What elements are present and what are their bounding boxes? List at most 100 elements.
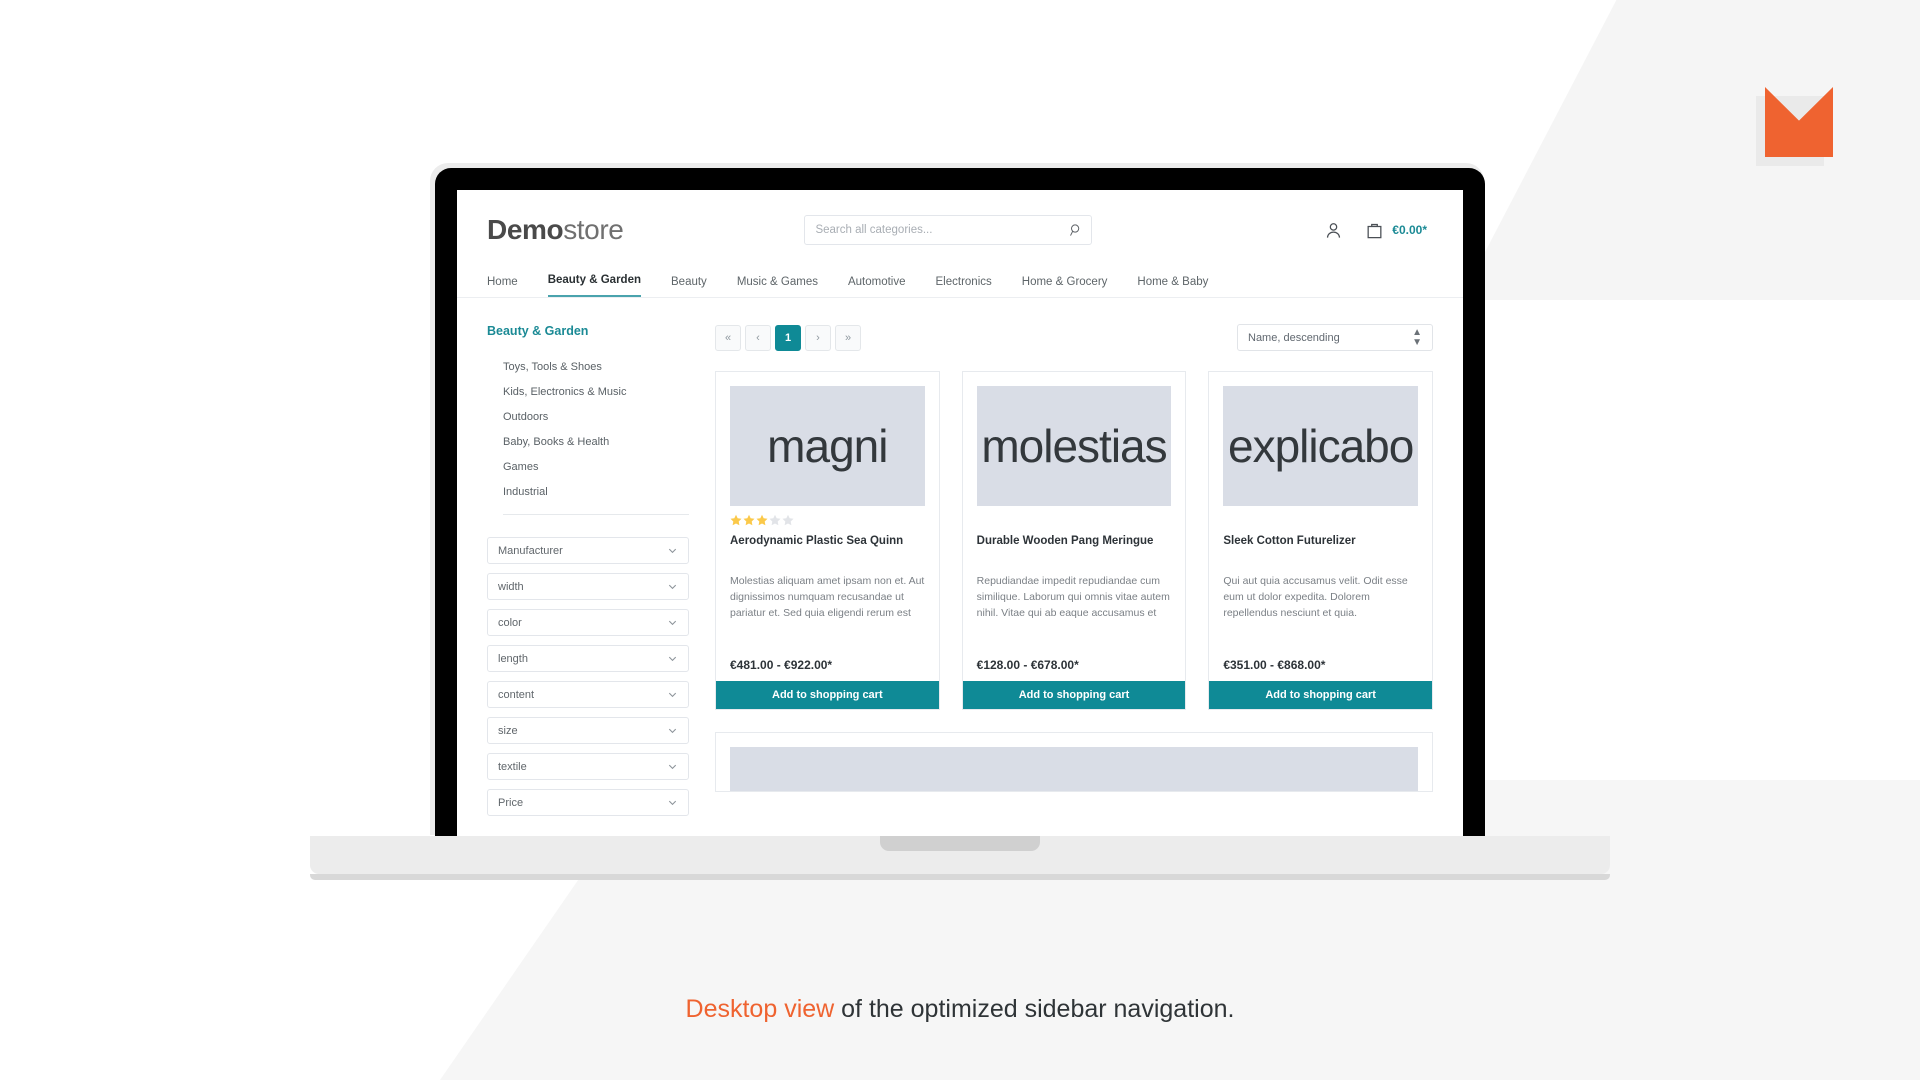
nav-item-electronics[interactable]: Electronics: [936, 276, 992, 297]
filter-select-manufacturer[interactable]: Manufacturer: [487, 537, 689, 564]
star-icon: [743, 514, 755, 526]
sidebar-category-list: Toys, Tools & Shoes Kids, Electronics & M…: [487, 354, 689, 504]
nav-item-beauty[interactable]: Beauty: [671, 276, 707, 297]
sidebar-category-title[interactable]: Beauty & Garden: [487, 324, 689, 338]
product-description: Repudiandae impedit repudiandae cum simi…: [976, 575, 1170, 619]
figure-caption: Desktop view of the optimized sidebar na…: [0, 995, 1920, 1024]
sidebar-category-item[interactable]: Kids, Electronics & Music: [503, 379, 689, 404]
add-to-cart-button[interactable]: Add to shopping cart: [716, 681, 939, 709]
pagination-page-1[interactable]: 1: [775, 324, 801, 351]
sidebar-category-item[interactable]: Toys, Tools & Shoes: [503, 354, 689, 379]
caption-rest: of the optimized sidebar navigation.: [834, 995, 1235, 1023]
filter-label: length: [498, 652, 528, 665]
product-image-placeholder: [730, 747, 1418, 791]
pagination-first[interactable]: «: [715, 324, 741, 351]
star-icon: [769, 514, 781, 526]
product-rating: [1223, 514, 1418, 528]
sort-select[interactable]: Name, descending ▲ ▼: [1237, 324, 1433, 351]
star-icon: [782, 514, 794, 526]
pagination: «‹ 1 ›»: [715, 324, 861, 351]
chevron-down-icon: [668, 584, 677, 590]
product-card[interactable]: magni Aerodynamic Plastic Sea Quinn Molest…: [715, 371, 940, 710]
browser-viewport: Demostore Search all categories... €0.00…: [457, 190, 1463, 836]
product-card-partial[interactable]: [715, 732, 1433, 792]
product-image[interactable]: magni: [730, 386, 925, 506]
product-grid: magni Aerodynamic Plastic Sea Quinn Molest…: [715, 371, 1433, 710]
product-title[interactable]: Durable Wooden Pang Meringue: [977, 534, 1172, 566]
filter-select-length[interactable]: length: [487, 645, 689, 672]
product-price: €481.00 - €922.00*: [730, 658, 833, 672]
bag-icon[interactable]: [1365, 221, 1384, 240]
laptop-trackpad-notch: [880, 836, 1040, 851]
search-box: [804, 215, 1093, 245]
search-input[interactable]: [804, 215, 1093, 245]
pagination-next[interactable]: ›: [805, 324, 831, 351]
product-rating: [977, 514, 1172, 528]
product-price: €351.00 - €868.00*: [1223, 658, 1326, 672]
chevron-down-icon: [668, 548, 677, 554]
pagination-last[interactable]: »: [835, 324, 861, 351]
filter-label: size: [498, 724, 518, 737]
product-image[interactable]: molestias: [976, 386, 1172, 506]
header-actions: €0.00*: [1324, 221, 1433, 240]
sidebar-category-item[interactable]: Industrial: [503, 479, 689, 504]
shop-logo-bold: Demo: [487, 214, 564, 245]
sidebar-category-item[interactable]: Baby, Books & Health: [503, 429, 689, 454]
product-image[interactable]: explicabo: [1223, 386, 1418, 506]
search-icon[interactable]: [1069, 223, 1083, 237]
nav-item-home-grocery[interactable]: Home & Grocery: [1022, 276, 1108, 297]
shop-body: Beauty & Garden Toys, Tools & Shoes Kids,…: [457, 298, 1463, 825]
laptop-mockup: Demostore Search all categories... €0.00…: [310, 168, 1610, 880]
add-to-cart-button[interactable]: Add to shopping cart: [962, 681, 1186, 709]
sidebar-category-item[interactable]: Outdoors: [503, 404, 689, 429]
cart-widget[interactable]: €0.00*: [1365, 221, 1427, 240]
cart-amount: €0.00*: [1392, 223, 1427, 237]
product-title[interactable]: Aerodynamic Plastic Sea Quinn: [730, 534, 925, 566]
chevron-down-icon: [668, 692, 677, 698]
product-rating: [730, 514, 925, 528]
product-price: €128.00 - €678.00*: [976, 658, 1079, 672]
filter-label: content: [498, 688, 535, 701]
product-card[interactable]: molestias Durable Wooden Pang Meringue Rep…: [961, 371, 1187, 710]
filter-label: width: [498, 580, 524, 593]
pagination-prev[interactable]: ‹: [745, 324, 771, 351]
nav-item-music-games[interactable]: Music & Games: [737, 276, 818, 297]
filter-select-width[interactable]: width: [487, 573, 689, 600]
user-icon[interactable]: [1324, 221, 1343, 240]
chevron-down-icon: [668, 800, 677, 806]
filter-select-content[interactable]: content: [487, 681, 689, 708]
filter-select-color[interactable]: color: [487, 609, 689, 636]
filter-label: Manufacturer: [498, 544, 563, 557]
sidebar-divider: [503, 514, 689, 515]
product-card[interactable]: explicabo Sleek Cotton Futurelizer Qui aut…: [1208, 371, 1433, 710]
add-to-cart-button[interactable]: Add to shopping cart: [1209, 681, 1432, 709]
star-icon: [730, 514, 742, 526]
product-listing: «‹ 1 ›» Name, descending ▲ ▼ magni Aerodynam…: [715, 324, 1433, 825]
filter-label: color: [498, 616, 522, 629]
shopware-m-logo: [1756, 87, 1833, 166]
nav-item-home-baby[interactable]: Home & Baby: [1137, 276, 1208, 297]
product-description: Qui aut quia accusamus velit. Odit esse …: [1223, 575, 1408, 619]
product-description: Molestias aliquam amet ipsam non et. Aut…: [730, 575, 925, 619]
filter-select-textile[interactable]: textile: [487, 753, 689, 780]
laptop-screen-frame: Demostore Search all categories... €0.00…: [435, 168, 1485, 836]
listing-toolbar: «‹ 1 ›» Name, descending ▲ ▼: [715, 324, 1433, 351]
nav-item-beauty-garden[interactable]: Beauty & Garden: [547, 274, 641, 297]
laptop-base: [310, 836, 1610, 880]
shop-logo[interactable]: Demostore: [487, 214, 624, 246]
product-title[interactable]: Sleek Cotton Futurelizer: [1223, 534, 1418, 566]
product-image-text: magni: [767, 420, 888, 472]
product-image-text: explicabo: [1227, 420, 1414, 472]
main-navigation: Home Beauty & Garden Beauty Music & Games Au…: [457, 260, 1463, 298]
sidebar-filters: Manufacturer width color length content size t…: [487, 537, 689, 816]
chevron-down-icon: [668, 764, 677, 770]
nav-item-automotive[interactable]: Automotive: [848, 276, 906, 297]
filter-select-price[interactable]: Price: [487, 789, 689, 816]
sidebar-category-item[interactable]: Games: [503, 454, 689, 479]
chevron-down-icon: [668, 728, 677, 734]
chevron-down-icon: [668, 656, 677, 662]
nav-item-home[interactable]: Home: [487, 276, 518, 297]
chevron-down-icon: [668, 620, 677, 626]
filter-select-size[interactable]: size: [487, 717, 689, 744]
filter-label: Price: [498, 796, 524, 809]
